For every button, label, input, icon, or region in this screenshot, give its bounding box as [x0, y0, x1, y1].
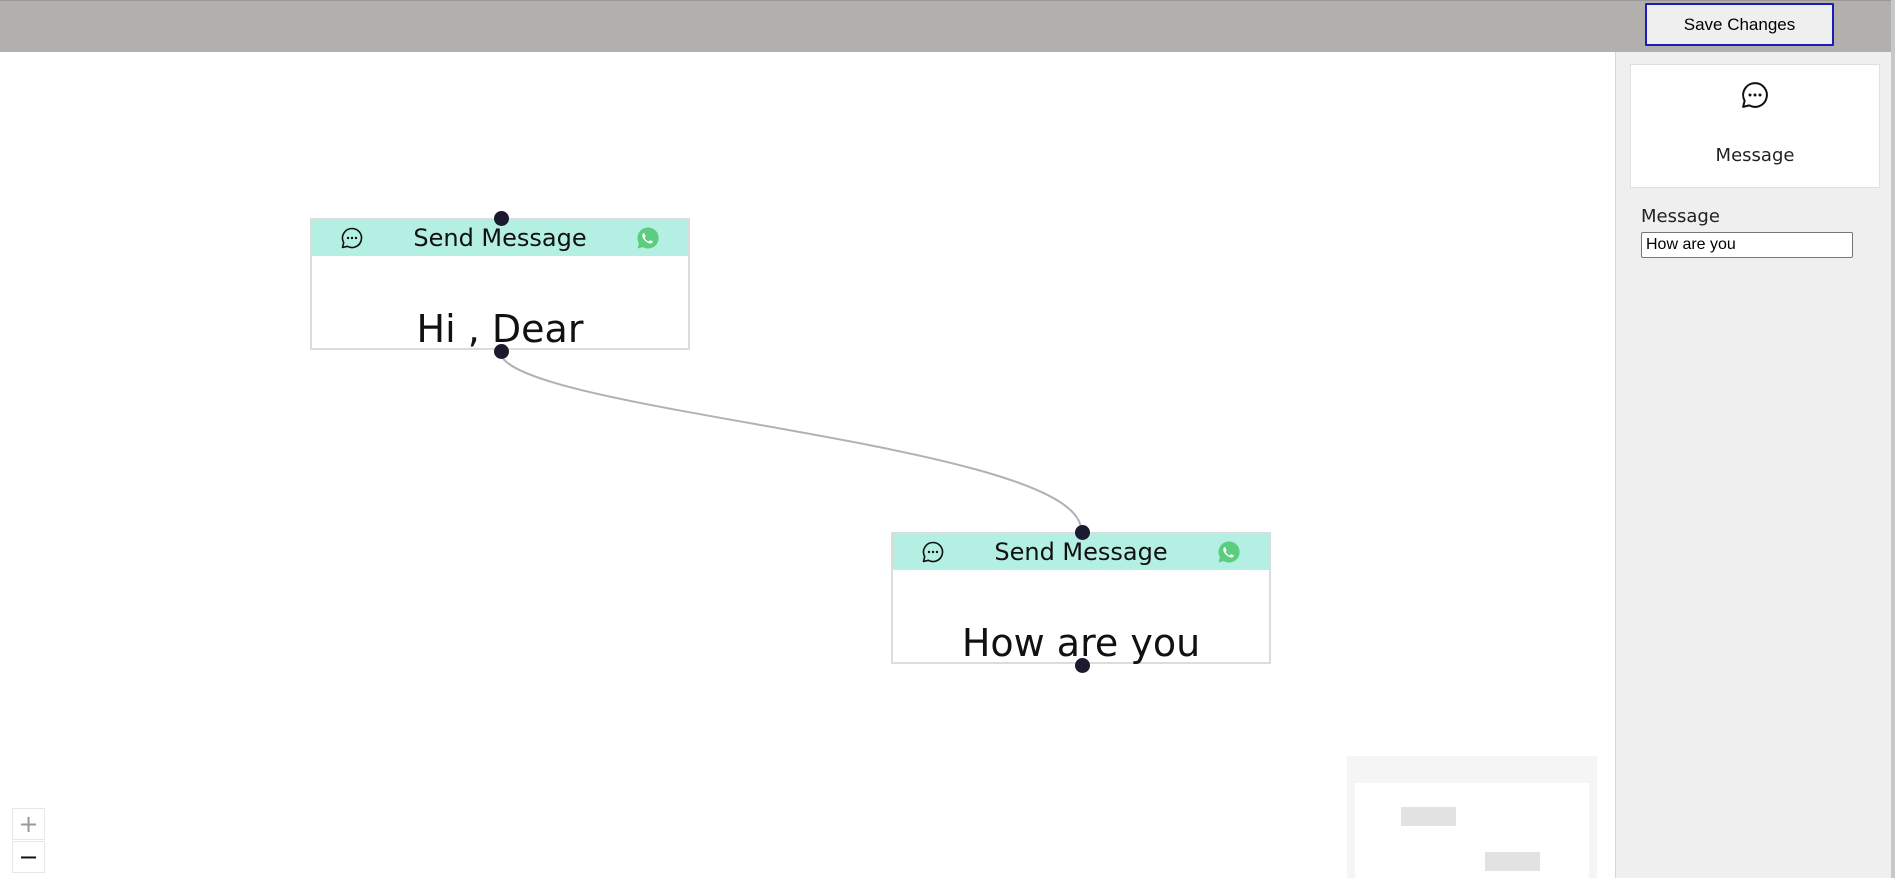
plus-icon: +: [18, 810, 39, 838]
message-field-label: Message: [1641, 206, 1720, 227]
node-source-handle[interactable]: [1075, 658, 1090, 673]
settings-panel: Message Message: [1615, 52, 1891, 878]
save-changes-button[interactable]: Save Changes: [1645, 3, 1834, 46]
minimap-viewport[interactable]: [1355, 783, 1589, 878]
top-toolbar: Save Changes: [0, 0, 1895, 52]
message-input[interactable]: [1641, 232, 1853, 258]
flow-canvas[interactable]: Send Message Hi , Dear Send Message How …: [0, 52, 1615, 878]
minimap-node: [1485, 852, 1540, 871]
minimap[interactable]: [1347, 756, 1597, 878]
whatsapp-icon: [1218, 541, 1240, 563]
node-target-handle[interactable]: [494, 211, 509, 226]
zoom-out-button[interactable]: −: [12, 841, 45, 873]
node-title: Send Message: [413, 224, 587, 252]
message-node-type-card[interactable]: Message: [1630, 64, 1880, 188]
node-message-text: How are you: [961, 621, 1201, 665]
edges-layer: [499, 350, 1082, 531]
send-message-node[interactable]: Send Message Hi , Dear: [310, 211, 690, 359]
edge-node1-to-node2[interactable]: [499, 350, 1082, 531]
chat-bubble-icon: [341, 227, 363, 249]
window-scrollbar[interactable]: [1891, 0, 1895, 878]
whatsapp-icon: [637, 227, 659, 249]
send-message-node[interactable]: Send Message How are you: [891, 525, 1271, 673]
minimap-node: [1401, 807, 1456, 826]
zoom-in-button[interactable]: +: [12, 808, 45, 840]
node-source-handle[interactable]: [494, 344, 509, 359]
minus-icon: −: [18, 843, 39, 871]
node-title: Send Message: [994, 538, 1168, 566]
node-message-text: Hi , Dear: [416, 307, 584, 351]
chat-bubble-icon: [922, 541, 944, 563]
node-target-handle[interactable]: [1075, 525, 1090, 540]
node-type-label: Message: [1715, 145, 1795, 166]
chat-bubble-icon: [1742, 82, 1768, 108]
